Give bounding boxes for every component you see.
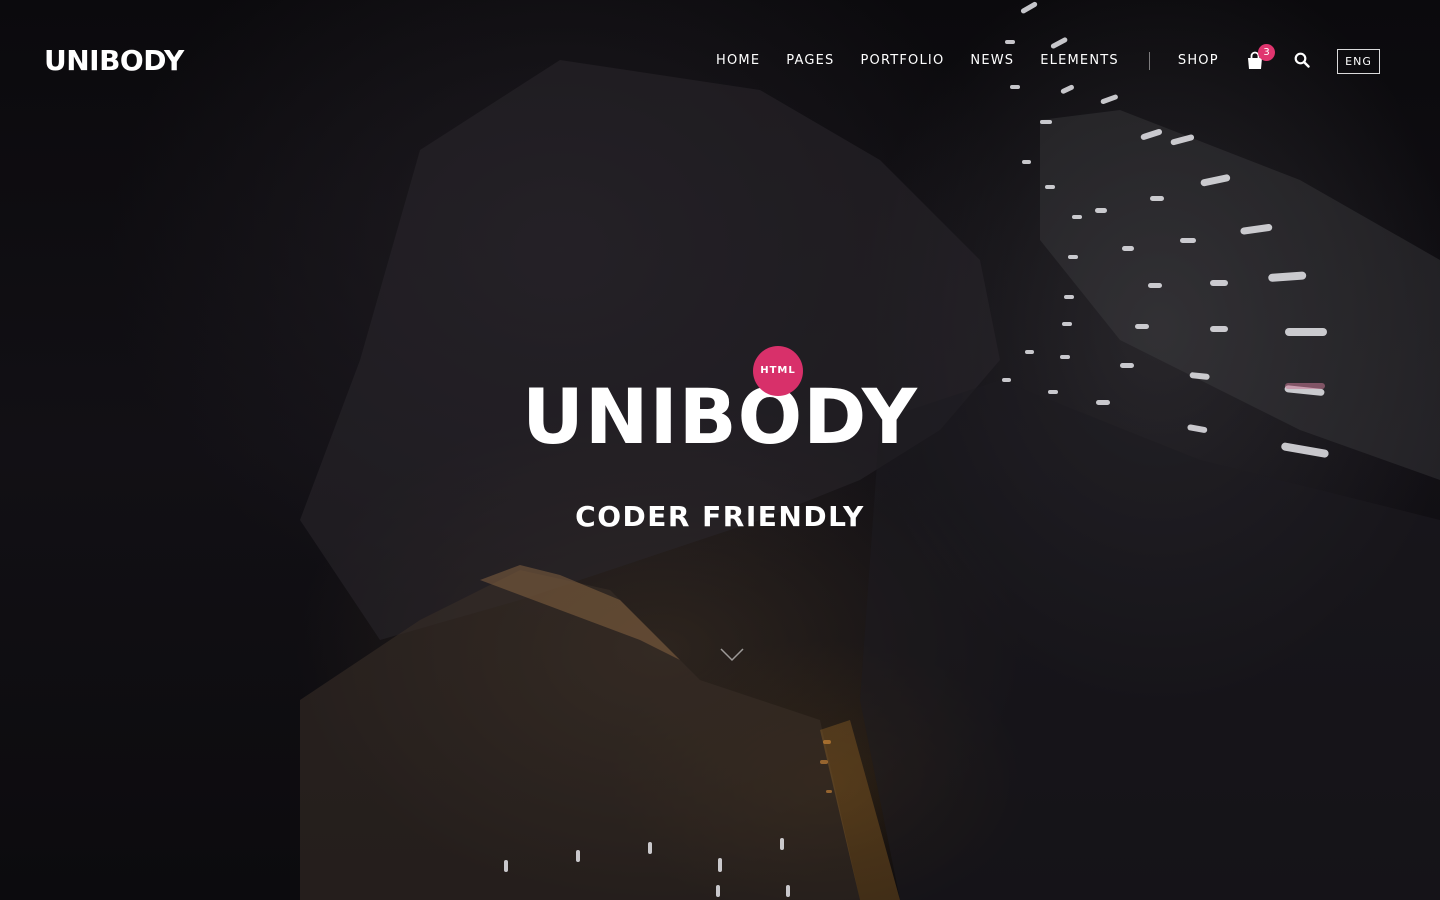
hero-title: UNIBODY [522,372,918,461]
nav-item-news[interactable]: NEWS [970,52,1014,70]
hero-title-wrap: UNIBODY [0,372,1440,462]
main-nav: HOME PAGES PORTFOLIO NEWS ELEMENTS SHOP [716,52,1245,70]
nav-item-shop[interactable]: SHOP [1178,52,1219,70]
hero-section: UNIBODY HOME PAGES PORTFOLIO NEWS ELEMEN… [0,0,1440,900]
hero-subtitle: CODER FRIENDLY [575,500,865,533]
logo[interactable]: UNIBODY [44,44,184,78]
nav-item-portfolio[interactable]: PORTFOLIO [860,52,944,70]
chevron-down-icon [720,648,744,662]
search-button[interactable] [1294,52,1310,68]
language-selector[interactable]: ENG [1337,49,1380,74]
cart-count-badge: 3 [1258,44,1275,61]
site-header: UNIBODY HOME PAGES PORTFOLIO NEWS ELEMEN… [0,0,1440,122]
nav-item-pages[interactable]: PAGES [786,52,834,70]
search-icon [1294,52,1310,68]
html-badge: HTML [753,346,803,396]
nav-item-elements[interactable]: ELEMENTS [1040,52,1119,70]
nav-item-home[interactable]: HOME [716,52,760,70]
nav-divider [1148,52,1150,70]
scroll-down-button[interactable] [718,645,746,665]
